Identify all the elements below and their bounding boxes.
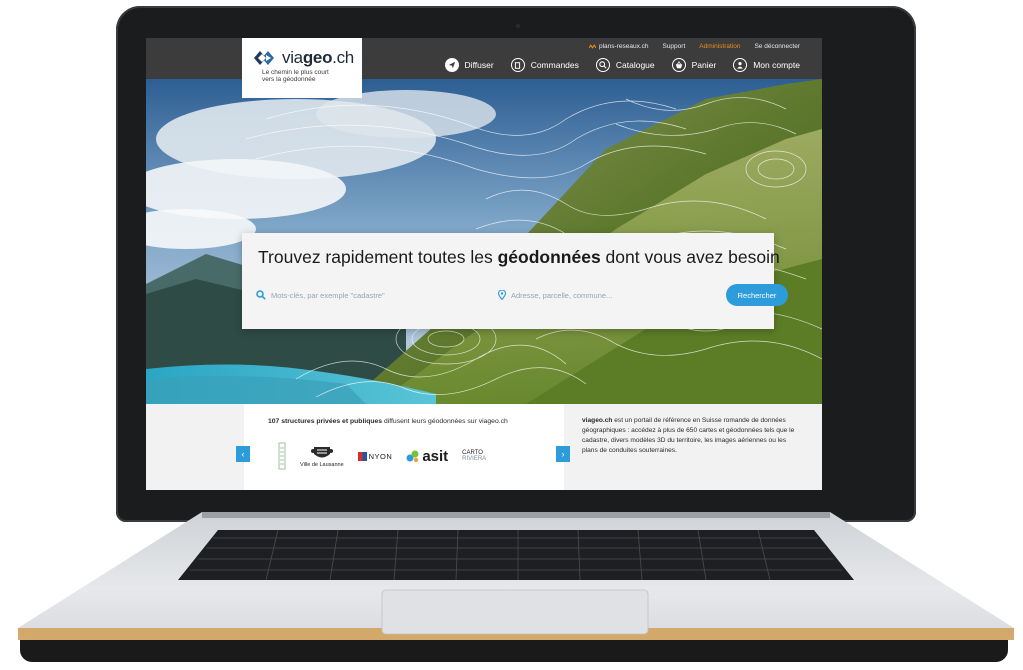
laptop-keyboard-base	[18, 512, 1014, 640]
info-section: 107 structures privées et publiques diff…	[146, 404, 822, 490]
site-logo[interactable]: viageo.ch Le chemin le plus court vers l…	[242, 38, 362, 98]
hero-banner: Trouvez rapidement toutes les géodonnées…	[146, 79, 822, 404]
logout-link[interactable]: Se déconnecter	[754, 43, 800, 50]
support-link[interactable]: Support	[662, 43, 685, 50]
carousel-next-button[interactable]: ›	[556, 446, 570, 462]
partner-logos: Ville de Lausanne NYON asit CARTO RIVIER…	[278, 438, 538, 474]
partners-carousel: 107 structures privées et publiques diff…	[236, 404, 570, 490]
nav-catalogue[interactable]: Catalogue	[595, 58, 655, 72]
nav-label: Catalogue	[615, 60, 655, 70]
logo-tagline: Le chemin le plus court vers la géodonné…	[262, 69, 329, 83]
viageo-logo-icon	[254, 51, 274, 65]
asit-logo[interactable]: asit	[406, 448, 448, 465]
nav-label: Mon compte	[753, 60, 800, 70]
ville-de-lausanne-logo[interactable]: Ville de Lausanne	[300, 445, 344, 468]
keyword-search-field[interactable]	[256, 283, 486, 307]
logo-wordmark: viageo.ch	[282, 48, 354, 67]
plans-reseaux-label: plans-reseaux.ch	[598, 43, 649, 50]
chevron-right-icon: ›	[561, 449, 565, 459]
chevron-left-icon: ‹	[241, 449, 245, 459]
browser-screen: plans-reseaux.ch Support Administration …	[146, 38, 822, 490]
address-search-input[interactable]	[511, 290, 691, 300]
nav-label: Diffuser	[464, 60, 494, 70]
search-icon	[256, 290, 266, 300]
nav-mon-compte[interactable]: Mon compte	[733, 58, 800, 72]
user-icon	[733, 58, 748, 72]
carousel-prev-button[interactable]: ‹	[236, 446, 250, 462]
partner-logo-vertical[interactable]	[278, 442, 286, 470]
utility-nav: plans-reseaux.ch Support Administration …	[588, 43, 800, 50]
main-nav: Diffuser Commandes Catalogue Panier Mon …	[444, 58, 800, 72]
webcam	[516, 24, 520, 28]
administration-link[interactable]: Administration	[699, 43, 740, 50]
orders-icon	[510, 58, 525, 72]
hero-title: Trouvez rapidement toutes les géodonnées…	[258, 247, 780, 267]
search-panel: Trouvez rapidement toutes les géodonnées…	[242, 233, 788, 329]
nav-label: Panier	[691, 60, 717, 70]
laptop-mockup: plans-reseaux.ch Support Administration …	[0, 0, 1023, 670]
partners-title: 107 structures privées et publiques diff…	[268, 418, 508, 425]
basket-icon	[671, 58, 686, 72]
plans-reseaux-icon	[588, 44, 596, 49]
carto-riviera-logo[interactable]: CARTO RIVIERA	[462, 450, 486, 463]
map-pin-icon	[498, 290, 506, 300]
nyon-logo[interactable]: NYON	[357, 451, 393, 461]
address-search-field[interactable]	[498, 283, 728, 307]
nav-commandes[interactable]: Commandes	[510, 58, 579, 72]
send-icon	[444, 58, 459, 72]
nav-diffuser[interactable]: Diffuser	[444, 58, 494, 72]
nav-panier[interactable]: Panier	[671, 58, 717, 72]
laptop-bottom-edge	[20, 640, 1008, 662]
nyon-logo-icon	[357, 451, 367, 461]
lausanne-crest-icon	[310, 446, 333, 457]
search-button[interactable]: Rechercher	[726, 284, 788, 306]
plans-reseaux-link[interactable]: plans-reseaux.ch	[588, 43, 649, 50]
about-text: viageo.ch est un portail de référence en…	[582, 417, 795, 454]
asit-logo-icon	[406, 450, 419, 463]
nav-label: Commandes	[530, 60, 579, 70]
keyword-search-input[interactable]	[271, 290, 451, 300]
search-icon	[595, 58, 610, 72]
